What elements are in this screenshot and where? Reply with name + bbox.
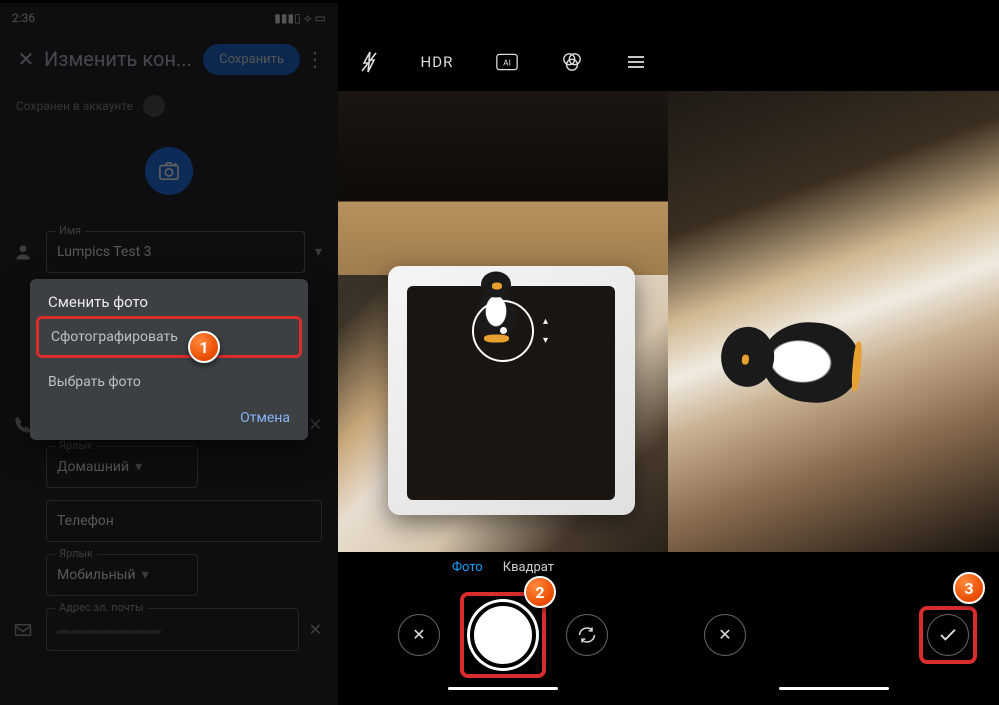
close-icon[interactable]: ✕: [8, 47, 44, 71]
overflow-menu-icon[interactable]: ⋮: [300, 47, 330, 71]
change-photo-dialog: Сменить фото Сфотографировать Выбрать фо…: [30, 279, 308, 440]
clear-phone-icon[interactable]: ✕: [309, 415, 322, 434]
phone-label-row: Ярлык Домашний ▾: [0, 440, 338, 494]
status-bar: 2:36 ▮▮▮▯ ⟡ ▭: [0, 3, 338, 33]
phone2-placeholder: Телефон: [57, 513, 114, 529]
scene-background: [338, 91, 668, 275]
battery-icon: ▭: [315, 11, 326, 25]
status-time: 2:36: [12, 11, 35, 25]
exposure-slider[interactable]: ▴▾: [543, 316, 548, 346]
retake-button[interactable]: ✕: [704, 614, 746, 656]
email-icon: [10, 623, 36, 637]
saved-in-account: Сохранен в аккаунте: [0, 85, 338, 127]
wifi-icon: ⟡: [304, 11, 312, 26]
choose-photo-label: Выбрать фото: [48, 374, 141, 390]
camera-capture-screen: HDR AI ▴▾ Фото Квадрат ✕ 2: [338, 3, 668, 705]
label-text: Ярлык: [55, 439, 97, 452]
choose-photo-option[interactable]: Выбрать фото: [30, 362, 308, 402]
focus-point: [500, 327, 507, 334]
dropdown-icon: ▾: [142, 567, 149, 583]
flash-icon[interactable]: [360, 51, 378, 73]
camera-add-icon: [158, 161, 180, 181]
take-photo-label: Сфотографировать: [51, 329, 178, 345]
svg-text:AI: AI: [503, 58, 511, 68]
spacer: [668, 552, 999, 582]
confirm-photo-button[interactable]: [927, 614, 969, 656]
camera-viewfinder[interactable]: ▴▾: [338, 91, 668, 552]
email-row: Адрес эл. почты ▬▬▬▬▬▬▬ ✕: [0, 602, 338, 657]
confirm-highlight: [919, 606, 977, 664]
email-value-masked: ▬▬▬▬▬▬▬: [57, 622, 162, 638]
ai-mode-icon[interactable]: AI: [496, 53, 518, 71]
phone2-row: Телефон: [0, 494, 338, 548]
mode-square[interactable]: Квадрат: [503, 560, 554, 575]
person-icon: [10, 242, 36, 262]
confirm-controls: ✕ 3: [668, 582, 999, 687]
hamburger-icon[interactable]: [626, 55, 646, 69]
dialog-cancel-button[interactable]: Отмена: [30, 402, 308, 440]
name-row: Имя Lumpics Test 3 ▾: [0, 225, 338, 279]
add-photo-button[interactable]: [145, 147, 193, 195]
status-icons: ▮▮▮▯ ⟡ ▭: [274, 11, 326, 26]
contacts-edit-screen: 2:36 ▮▮▮▯ ⟡ ▭ ✕ Изменить кон... Сохранит…: [0, 3, 338, 705]
save-button[interactable]: Сохранить: [203, 44, 300, 75]
mode-photo[interactable]: Фото: [452, 560, 483, 575]
focus-ring[interactable]: ▴▾: [472, 300, 534, 362]
filters-icon[interactable]: [561, 52, 583, 72]
camera-confirm-screen: ✕ 3: [668, 3, 999, 705]
name-field[interactable]: Имя Lumpics Test 3: [46, 231, 305, 273]
expand-name-icon[interactable]: ▾: [315, 244, 322, 260]
phone2-label-dropdown[interactable]: Ярлык Мобильный▾: [46, 554, 198, 596]
page-title: Изменить кон...: [44, 47, 203, 71]
captured-photo-preview: [668, 91, 999, 552]
email-field[interactable]: Адрес эл. почты ▬▬▬▬▬▬▬: [46, 608, 299, 651]
hdr-toggle[interactable]: HDR: [421, 53, 454, 71]
step-badge-3: 3: [953, 572, 985, 604]
take-photo-option[interactable]: Сфотографировать: [36, 316, 302, 358]
switch-camera-button[interactable]: [566, 614, 608, 656]
phone-label-dropdown[interactable]: Ярлык Домашний▾: [46, 446, 198, 488]
camera-modes: Фото Квадрат: [338, 552, 668, 582]
step-badge-2: 2: [524, 576, 556, 608]
scene-penguin-rotated: [705, 303, 863, 416]
account-avatar: [143, 95, 165, 117]
step-badge-1: 1: [188, 331, 220, 363]
home-indicator[interactable]: [338, 687, 668, 705]
home-indicator[interactable]: [668, 687, 999, 705]
name-value: Lumpics Test 3: [57, 244, 152, 260]
phone-label-value: Домашний: [57, 459, 129, 475]
phone2-label-value: Мобильный: [57, 567, 136, 583]
dialog-title: Сменить фото: [30, 279, 308, 319]
label-text-2: Ярлык: [55, 547, 97, 560]
camera-controls: ✕ 2: [338, 582, 668, 687]
name-label: Имя: [55, 224, 85, 237]
phone2-field[interactable]: Телефон: [46, 500, 322, 542]
clear-email-icon[interactable]: ✕: [309, 620, 322, 639]
spacer: [668, 3, 999, 91]
signal-icon: ▮▮▮▯: [274, 11, 300, 25]
saved-in-label: Сохранен в аккаунте: [16, 99, 133, 113]
email-label: Адрес эл. почты: [55, 601, 148, 614]
dropdown-icon: ▾: [135, 459, 142, 475]
shutter-button[interactable]: [470, 602, 536, 668]
camera-top-controls: HDR AI: [338, 3, 668, 91]
contact-photo-wrap: [0, 127, 338, 225]
edit-contact-header: ✕ Изменить кон... Сохранить ⋮: [0, 33, 338, 85]
cancel-capture-button[interactable]: ✕: [398, 614, 440, 656]
phone2-label-row: Ярлык Мобильный ▾: [0, 548, 338, 602]
